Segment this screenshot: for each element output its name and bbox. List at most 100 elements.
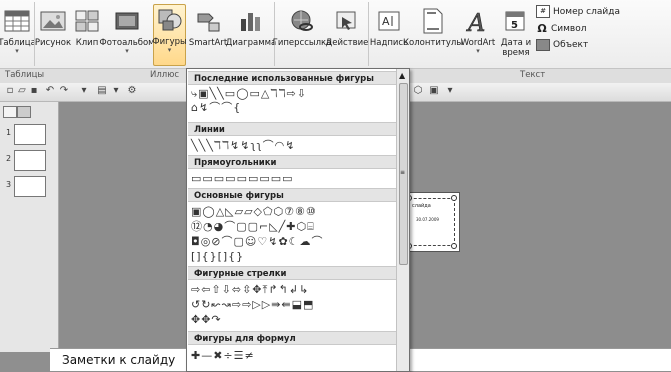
undo-icon[interactable]: ↶ bbox=[44, 85, 56, 97]
shapes-gallery-dropdown: Последние использованные фигуры ⤷▣╲╲▭◯▭△… bbox=[186, 68, 410, 372]
slide-date-text: 30.07.2009 bbox=[416, 217, 439, 222]
symbol-label: Символ bbox=[551, 23, 587, 34]
globe-link-icon bbox=[287, 6, 317, 36]
slide-number-label: Номер слайда bbox=[553, 6, 620, 17]
save-icon[interactable]: ▪ bbox=[28, 85, 40, 97]
slide-number-button[interactable]: # Номер слайда bbox=[536, 5, 620, 18]
action-icon bbox=[332, 6, 362, 36]
notes-placeholder: Заметки к слайду bbox=[62, 353, 176, 367]
header-footer-button[interactable]: Колонтитулы bbox=[403, 6, 463, 62]
basic-shapes-row[interactable]: []{}[]{} bbox=[191, 251, 244, 263]
recent-shapes-row[interactable]: ⌂↯⌒⌒{ bbox=[191, 102, 241, 114]
slide-thumbnail[interactable] bbox=[14, 124, 46, 145]
calendar-icon: 5 bbox=[501, 6, 531, 36]
bar-chart-icon bbox=[236, 6, 266, 36]
group-separator bbox=[274, 2, 275, 66]
placeholder-frame[interactable]: слайда 30.07.2009 bbox=[409, 198, 455, 246]
date-time-label: Дата и время bbox=[500, 38, 532, 58]
shape-tool-icon[interactable]: ⬡ bbox=[412, 85, 424, 97]
arrows-row[interactable]: ⇨⇦⇧⇩⬄⇳✥⤒↱↰↲↳ bbox=[191, 284, 309, 296]
slide-title-text: слайда bbox=[412, 203, 431, 209]
section-header-basic: Основные фигуры bbox=[188, 188, 396, 202]
chart-button[interactable]: Диаграмма bbox=[226, 6, 276, 62]
scroll-grip-icon: ≡ bbox=[400, 169, 406, 176]
resize-handle[interactable] bbox=[451, 195, 457, 201]
svg-text:5: 5 bbox=[511, 20, 518, 31]
smartart-icon bbox=[193, 6, 223, 36]
wordart-icon: A bbox=[463, 6, 493, 36]
group-label-text: Текст bbox=[520, 70, 546, 80]
open-icon[interactable]: ▱ bbox=[16, 85, 28, 97]
slide-number: 1 bbox=[6, 128, 12, 137]
format-icon[interactable]: ▤ bbox=[96, 85, 108, 97]
clipart-button[interactable]: Клип bbox=[72, 6, 102, 62]
slide-content-object[interactable]: слайда 30.07.2009 bbox=[403, 192, 460, 252]
slide-number: 3 bbox=[6, 180, 12, 189]
slide-number-icon: # bbox=[536, 5, 550, 18]
chevron-down-icon[interactable]: ▾ bbox=[78, 85, 90, 97]
group-label-tables: Таблицы bbox=[5, 70, 45, 80]
basic-shapes-row[interactable]: ◘◎⊘⌒▢☺♡↯✿☾☁⌒ bbox=[191, 236, 324, 248]
chevron-down-icon: ▾ bbox=[125, 47, 129, 55]
section-header-lines: Линии bbox=[188, 122, 396, 136]
date-time-button[interactable]: 5 Дата и время bbox=[498, 6, 534, 62]
settings-icon[interactable]: ⚙ bbox=[126, 85, 138, 97]
textbox-icon: A bbox=[374, 6, 404, 36]
outline-tab-icon[interactable] bbox=[17, 106, 31, 118]
new-slide-icon[interactable]: ▫ bbox=[4, 85, 16, 97]
basic-shapes-row[interactable]: ▣◯△◺▱▱◇⬠⬡⑦⑧⑩ bbox=[191, 206, 317, 218]
clipart-label: Клип bbox=[75, 38, 99, 48]
scroll-up-icon[interactable]: ▲ bbox=[399, 71, 405, 80]
photo-album-button[interactable]: Фотоальбом ▾ bbox=[99, 6, 155, 62]
wordart-button[interactable]: A WordArt ▾ bbox=[460, 6, 496, 62]
hyperlink-label: Гиперссылка bbox=[272, 38, 332, 48]
group-separator bbox=[34, 2, 35, 66]
resize-handle[interactable] bbox=[451, 243, 457, 249]
arrows-row[interactable]: ✥✥↷ bbox=[191, 314, 222, 326]
formula-shapes-row[interactable]: ✚—✖÷☰≠ bbox=[191, 350, 255, 362]
group-separator bbox=[368, 2, 369, 66]
symbol-button[interactable]: Ω Символ bbox=[536, 22, 587, 35]
basic-shapes-row[interactable]: ⑫◔◕⌒▢▢⌐◺╱✚⬡⌸ bbox=[191, 221, 315, 233]
chart-label: Диаграмма bbox=[225, 38, 277, 48]
slide-thumbnail[interactable] bbox=[14, 176, 46, 197]
picture-icon bbox=[38, 6, 68, 36]
object-icon bbox=[536, 39, 550, 51]
picture-button[interactable]: Рисунок bbox=[34, 6, 72, 62]
table-button[interactable]: Таблица ▾ bbox=[0, 6, 36, 62]
slides-tab-icon[interactable] bbox=[3, 106, 17, 118]
header-footer-label: Колонтитулы bbox=[402, 38, 464, 48]
object-label: Объект bbox=[553, 40, 589, 50]
smartart-label: SmartArt bbox=[188, 38, 228, 48]
slide-thumbnail[interactable] bbox=[14, 150, 46, 171]
chevron-down-icon[interactable]: ▾ bbox=[444, 85, 456, 97]
gallery-scrollbar[interactable]: ▲ ≡ bbox=[396, 69, 409, 371]
textbox-button[interactable]: A Надпись bbox=[370, 6, 408, 62]
shapes-button[interactable]: Фигуры ▾ bbox=[152, 4, 187, 66]
lines-row[interactable]: ╲╲╲ℸℸ↯↯ʅʅ⌒◠↯ bbox=[191, 140, 295, 152]
chevron-down-icon: ▾ bbox=[15, 47, 19, 55]
section-header-formulas: Фигуры для формул bbox=[188, 331, 396, 345]
table-icon bbox=[2, 6, 32, 36]
recent-shapes-row[interactable]: ⤷▣╲╲▭◯▭△ℸℸ⇨⇩ bbox=[191, 88, 307, 100]
svg-text:A: A bbox=[466, 9, 485, 34]
redo-icon[interactable]: ↷ bbox=[58, 85, 70, 97]
action-button[interactable]: Действие bbox=[326, 6, 368, 62]
slide-number: 2 bbox=[6, 154, 12, 163]
chevron-down-icon: ▾ bbox=[476, 47, 480, 55]
object-button[interactable]: Объект bbox=[536, 39, 588, 51]
chevron-down-icon[interactable]: ▾ bbox=[110, 85, 122, 97]
section-header-recent: Последние использованные фигуры bbox=[188, 71, 396, 85]
smartart-button[interactable]: SmartArt bbox=[188, 6, 228, 62]
svg-text:A: A bbox=[382, 15, 390, 28]
photo-album-icon bbox=[112, 6, 142, 36]
clipart-icon bbox=[72, 6, 102, 36]
picture-tool-icon[interactable]: ▣ bbox=[428, 85, 440, 97]
header-footer-icon bbox=[418, 6, 448, 36]
rectangles-row[interactable]: ▭▭▭▭▭▭▭▭▭ bbox=[191, 173, 294, 185]
hyperlink-button[interactable]: Гиперссылка bbox=[273, 6, 331, 62]
omega-icon: Ω bbox=[537, 22, 547, 35]
arrows-row[interactable]: ↺↻↜↝⇨⇨▷▷⇛⇚⬓⬒ bbox=[191, 299, 314, 311]
picture-label: Рисунок bbox=[34, 38, 72, 48]
section-header-rectangles: Прямоугольники bbox=[188, 155, 396, 169]
